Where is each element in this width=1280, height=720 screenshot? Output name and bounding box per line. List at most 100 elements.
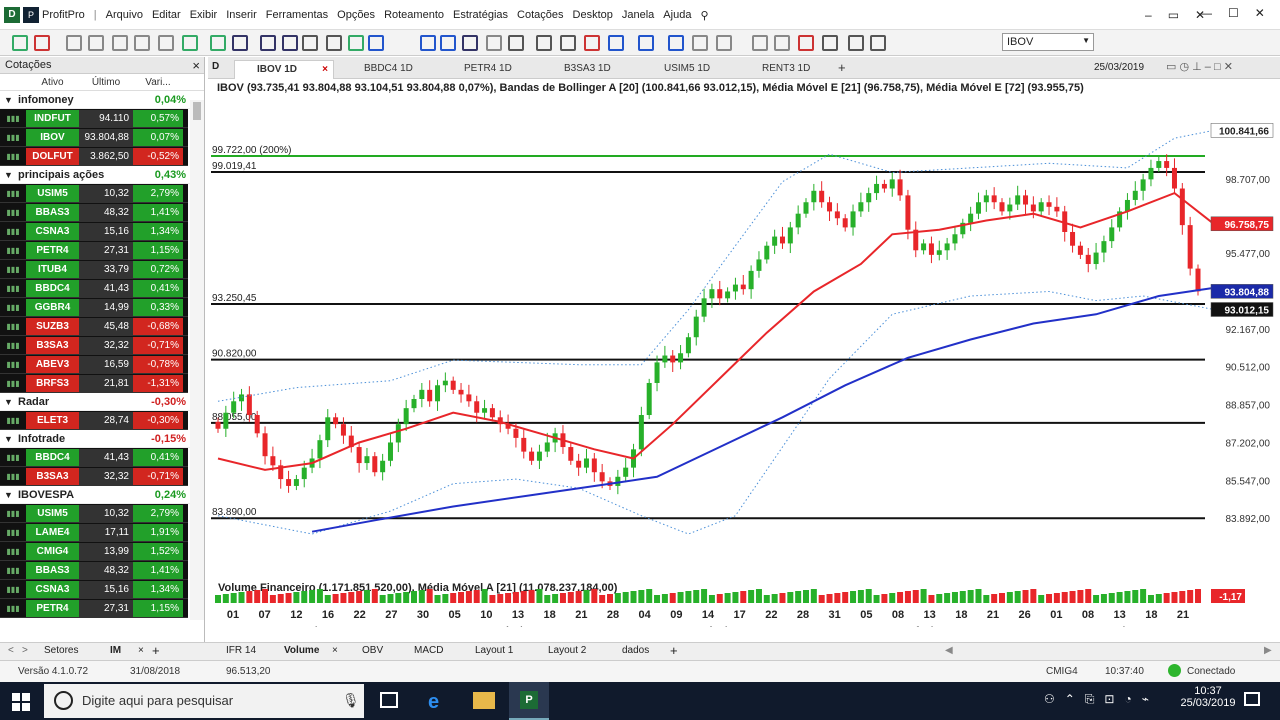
chart-bars-icon[interactable]: ▮▮▮ (0, 528, 26, 537)
minimize-icon[interactable]: — (1200, 6, 1212, 20)
toolbar-tool-icon[interactable] (584, 35, 600, 51)
menu-estrategias[interactable]: Estratégias (453, 9, 508, 22)
clock-icon[interactable]: ◷ (1179, 61, 1189, 73)
toolbar-tool-icon[interactable] (798, 35, 814, 51)
quote-row[interactable]: ▮▮▮ CSNA3 15,16 1,34% (0, 222, 188, 241)
close-icon[interactable]: ✕ (1255, 6, 1265, 20)
group-header[interactable]: ▼ IBOVESPA 0,24% (0, 486, 204, 504)
tab-layout1[interactable]: Layout 1 (475, 645, 513, 656)
chart-bars-icon[interactable]: ▮▮▮ (0, 265, 26, 274)
menu-ajuda[interactable]: Ajuda (663, 9, 691, 22)
chart-bars-icon[interactable]: ▮▮▮ (0, 379, 26, 388)
chart-bars-icon[interactable]: ▮▮▮ (0, 227, 26, 236)
toolbar-tool-icon[interactable] (536, 35, 552, 51)
toolbar-tool-icon[interactable] (348, 35, 364, 51)
quote-row[interactable]: ▮▮▮ CMIG4 13,99 1,52% (0, 542, 188, 561)
inner-restore-icon[interactable]: ▭ (1168, 8, 1179, 22)
toolbar-tool-icon[interactable] (608, 35, 624, 51)
collapse-icon[interactable]: ▼ (4, 434, 18, 444)
inner-minimize-icon[interactable]: – (1145, 8, 1152, 22)
tab-usim5[interactable]: USIM5 1D (658, 60, 716, 79)
toolbar-tool-icon[interactable] (158, 35, 174, 51)
group-header[interactable]: ▼ Radar -0,30% (0, 393, 204, 411)
chart-bars-icon[interactable]: ▮▮▮ (0, 547, 26, 556)
menu-editar[interactable]: Editar (152, 9, 181, 22)
taskbar-search[interactable]: Digite aqui para pesquisar 🎙 (44, 684, 364, 718)
chart-bars-icon[interactable]: ▮▮▮ (0, 472, 26, 481)
toolbar-tool-icon[interactable] (486, 35, 502, 51)
chart-bars-icon[interactable]: ▮▮▮ (0, 246, 26, 255)
toolbar-tool-icon[interactable] (440, 35, 456, 51)
pin-icon[interactable]: ⊥ (1192, 61, 1202, 73)
quote-row[interactable]: ▮▮▮ BRFS3 21,81 -1,31% (0, 374, 188, 393)
toolbar-tool-icon[interactable] (774, 35, 790, 51)
tab-petr4[interactable]: PETR4 1D (458, 60, 518, 79)
explorer-icon[interactable] (473, 692, 495, 709)
toolbar-tool-icon[interactable] (508, 35, 524, 51)
toolbar-tool-icon[interactable] (638, 35, 654, 51)
toolbar-tool-icon[interactable] (182, 35, 198, 51)
menu-cotacoes[interactable]: Cotações (517, 9, 563, 22)
quote-row[interactable]: ▮▮▮ BBDC4 41,43 0,41% (0, 448, 188, 467)
collapse-icon[interactable]: ▼ (4, 170, 18, 180)
col-variacao[interactable]: Vari... (133, 77, 183, 90)
maximize-chart-icon[interactable]: □ (1214, 61, 1221, 73)
chart-bars-icon[interactable]: ▮▮▮ (0, 322, 26, 331)
quote-row[interactable]: ▮▮▮ ELET3 28,74 -0,30% (0, 411, 188, 430)
toolbar-tool-icon[interactable] (822, 35, 838, 51)
toolbar-tool-icon[interactable] (282, 35, 298, 51)
windows-start-icon[interactable] (12, 693, 30, 711)
quote-row[interactable]: ▮▮▮ ABEV3 16,59 -0,78% (0, 355, 188, 374)
toolbar-tool-icon[interactable] (12, 35, 28, 51)
chart-bars-icon[interactable]: ▮▮▮ (0, 509, 26, 518)
chart-bars-icon[interactable]: ▮▮▮ (0, 604, 26, 613)
toolbar-tool-icon[interactable] (752, 35, 768, 51)
quote-row[interactable]: ▮▮▮ GGBR4 14,99 0,33% (0, 298, 188, 317)
toolbar-tool-icon[interactable] (34, 35, 50, 51)
quote-row[interactable]: ▮▮▮ INDFUT 94.110 0,57% (0, 109, 188, 128)
quote-row[interactable]: ▮▮▮ BBAS3 48,32 1,41% (0, 561, 188, 580)
quote-row[interactable]: ▮▮▮ BBAS3 48,32 1,41% (0, 203, 188, 222)
toolbar-tool-icon[interactable] (88, 35, 104, 51)
right-arrow-icon[interactable]: > (22, 645, 28, 656)
quote-row[interactable]: ▮▮▮ B3SA3 32,32 -0,71% (0, 467, 188, 486)
group-header[interactable]: ▼ Infotrade -0,15% (0, 430, 204, 448)
chart-bars-icon[interactable]: ▮▮▮ (0, 303, 26, 312)
tab-setores[interactable]: Setores (44, 645, 78, 656)
chart-bars-icon[interactable]: ▮▮▮ (0, 566, 26, 575)
quote-row[interactable]: ▮▮▮ B3SA3 32,32 -0,71% (0, 336, 188, 355)
tab-macd[interactable]: MACD (414, 645, 443, 656)
minimize-chart-icon[interactable]: – (1205, 61, 1211, 73)
quote-row[interactable]: ▮▮▮ PETR4 27,31 1,15% (0, 241, 188, 260)
quote-row[interactable]: ▮▮▮ ITUB4 33,79 0,72% (0, 260, 188, 279)
quote-row[interactable]: ▮▮▮ PETR4 27,31 1,15% (0, 599, 188, 618)
tab-bbdc4[interactable]: BBDC4 1D (358, 60, 419, 79)
tab-ifr14[interactable]: IFR 14 (226, 645, 256, 656)
chart-bars-icon[interactable]: ▮▮▮ (0, 453, 26, 462)
toolbar-tool-icon[interactable] (210, 35, 226, 51)
quote-row[interactable]: ▮▮▮ USIM5 10,32 2,79% (0, 184, 188, 203)
edge-icon[interactable]: e (428, 691, 439, 714)
chart-bars-icon[interactable]: ▮▮▮ (0, 133, 26, 142)
col-ultimo[interactable]: Último (79, 77, 133, 90)
tab-im[interactable]: IM (110, 645, 121, 656)
toolbar-tool-icon[interactable] (716, 35, 732, 51)
quote-row[interactable]: ▮▮▮ BBDC4 41,43 0,41% (0, 279, 188, 298)
clock[interactable]: 10:37 25/03/2019 (1180, 685, 1236, 709)
quote-row[interactable]: ▮▮▮ DOLFUT 3.862,50 -0,52% (0, 147, 188, 166)
symbol-combo[interactable]: IBOV ▼ (1002, 33, 1094, 51)
toolbar-tool-icon[interactable] (462, 35, 478, 51)
quote-row[interactable]: ▮▮▮ IBOV 93.804,88 0,07% (0, 128, 188, 147)
chart-bars-icon[interactable]: ▮▮▮ (0, 152, 26, 161)
quotes-scrollbar[interactable] (190, 100, 204, 620)
menu-exibir[interactable]: Exibir (190, 9, 218, 22)
toolbar-tool-icon[interactable] (66, 35, 82, 51)
menu-arquivo[interactable]: Arquivo (106, 9, 143, 22)
add-tab-button[interactable]: + (832, 60, 852, 79)
menu-janela[interactable]: Janela (622, 9, 654, 22)
tab-rent3[interactable]: RENT3 1D (756, 60, 816, 79)
collapse-icon[interactable]: ▼ (4, 490, 18, 500)
chart-bars-icon[interactable]: ▮▮▮ (0, 360, 26, 369)
chart-bars-icon[interactable]: ▮▮▮ (0, 284, 26, 293)
scroll-right-icon[interactable]: ▶ (1264, 645, 1272, 656)
